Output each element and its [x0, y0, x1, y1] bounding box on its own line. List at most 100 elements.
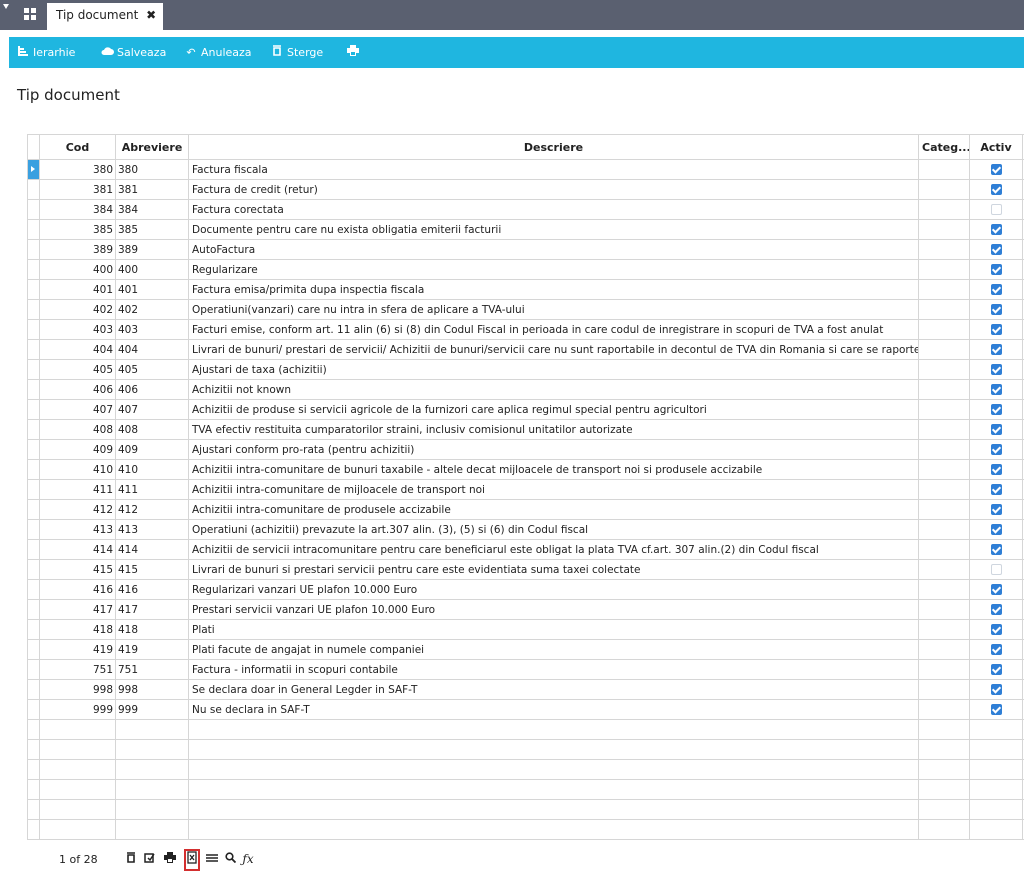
apps-grid-icon[interactable]: [24, 8, 37, 21]
cell-cod[interactable]: 409: [39, 439, 116, 460]
cell-categ[interactable]: [918, 199, 970, 220]
cell-cod[interactable]: 406: [39, 379, 116, 400]
row-indicator[interactable]: [27, 479, 40, 500]
close-tab-icon[interactable]: ✖: [146, 8, 156, 22]
row-indicator[interactable]: [27, 639, 40, 660]
table-row[interactable]: 417 417 Prestari servicii vanzari UE plafo…: [27, 599, 1024, 620]
cell-activ[interactable]: [969, 299, 1023, 320]
cell-categ[interactable]: [918, 619, 970, 640]
cell-categ[interactable]: [918, 679, 970, 700]
cell-descriere[interactable]: Operatiuni(vanzari) care nu intra in sfe…: [188, 299, 919, 320]
cell-categ[interactable]: [918, 459, 970, 480]
cell-abreviere[interactable]: 407: [115, 399, 189, 420]
table-row[interactable]: 380 380 Factura fiscala: [27, 159, 1024, 180]
active-checkbox[interactable]: [990, 364, 1002, 375]
cell-activ[interactable]: [969, 359, 1023, 380]
cell-activ[interactable]: [969, 199, 1023, 220]
cell-descriere[interactable]: Achizitii intra-comunitare de mijloacele…: [188, 479, 919, 500]
cell-descriere[interactable]: AutoFactura: [188, 239, 919, 260]
cell-abreviere[interactable]: 998: [115, 679, 189, 700]
cell-cod[interactable]: 404: [39, 339, 116, 360]
table-row[interactable]: 389 389 AutoFactura: [27, 239, 1024, 260]
table-row[interactable]: 999 999 Nu se declara in SAF-T: [27, 699, 1024, 720]
cell-cod[interactable]: 418: [39, 619, 116, 640]
active-checkbox[interactable]: [990, 644, 1002, 655]
row-indicator[interactable]: [27, 239, 40, 260]
cell-descriere[interactable]: Regularizari vanzari UE plafon 10.000 Eu…: [188, 579, 919, 600]
cell-activ[interactable]: [969, 279, 1023, 300]
search-icon[interactable]: [223, 852, 237, 866]
active-checkbox[interactable]: [990, 584, 1002, 595]
print-button[interactable]: [347, 37, 363, 68]
cell-abreviere[interactable]: 751: [115, 659, 189, 680]
table-row[interactable]: 410 410 Achizitii intra-comunitare de bunu…: [27, 459, 1024, 480]
cell-categ[interactable]: [918, 599, 970, 620]
cell-categ[interactable]: [918, 499, 970, 520]
cell-cod[interactable]: 405: [39, 359, 116, 380]
table-row[interactable]: 998 998 Se declara doar in General Legder …: [27, 679, 1024, 700]
cell-categ[interactable]: [918, 659, 970, 680]
cell-categ[interactable]: [918, 419, 970, 440]
cell-categ[interactable]: [918, 379, 970, 400]
cell-abreviere[interactable]: 417: [115, 599, 189, 620]
cell-descriere[interactable]: Achizitii de servicii intracomunitare pe…: [188, 539, 919, 560]
cell-categ[interactable]: [918, 359, 970, 380]
cell-categ[interactable]: [918, 279, 970, 300]
cell-abreviere[interactable]: 416: [115, 579, 189, 600]
row-indicator[interactable]: [27, 459, 40, 480]
cell-activ[interactable]: [969, 399, 1023, 420]
cell-categ[interactable]: [918, 559, 970, 580]
cell-cod[interactable]: 384: [39, 199, 116, 220]
column-header-categ[interactable]: Categ...: [918, 134, 970, 160]
cell-activ[interactable]: [969, 319, 1023, 340]
row-indicator[interactable]: [27, 179, 40, 200]
cell-activ[interactable]: [969, 439, 1023, 460]
cell-activ[interactable]: [969, 419, 1023, 440]
cell-cod[interactable]: 414: [39, 539, 116, 560]
row-indicator[interactable]: [27, 199, 40, 220]
cell-cod[interactable]: 407: [39, 399, 116, 420]
cell-cod[interactable]: 403: [39, 319, 116, 340]
row-indicator[interactable]: [27, 519, 40, 540]
cell-abreviere[interactable]: 414: [115, 539, 189, 560]
cell-activ[interactable]: [969, 519, 1023, 540]
table-row[interactable]: 381 381 Factura de credit (retur): [27, 179, 1024, 200]
cell-descriere[interactable]: Ajustari de taxa (achizitii): [188, 359, 919, 380]
cell-abreviere[interactable]: 415: [115, 559, 189, 580]
cell-categ[interactable]: [918, 259, 970, 280]
tab-tip-document[interactable]: Tip document ✖: [47, 3, 163, 30]
cell-activ[interactable]: [969, 699, 1023, 720]
cell-abreviere[interactable]: 389: [115, 239, 189, 260]
table-row[interactable]: 405 405 Ajustari de taxa (achizitii): [27, 359, 1024, 380]
cell-descriere[interactable]: Achizitii de produse si servicii agricol…: [188, 399, 919, 420]
cell-abreviere[interactable]: 408: [115, 419, 189, 440]
cell-abreviere[interactable]: 381: [115, 179, 189, 200]
cell-descriere[interactable]: Facturi emise, conform art. 11 alin (6) …: [188, 319, 919, 340]
cell-cod[interactable]: 410: [39, 459, 116, 480]
active-checkbox[interactable]: [990, 344, 1002, 355]
cell-cod[interactable]: 415: [39, 559, 116, 580]
cell-abreviere[interactable]: 418: [115, 619, 189, 640]
table-row[interactable]: 384 384 Factura corectata: [27, 199, 1024, 220]
edit-grid-icon[interactable]: [142, 852, 156, 866]
cell-descriere[interactable]: Livrari de bunuri/ prestari de servicii/…: [188, 339, 919, 360]
active-checkbox[interactable]: [990, 164, 1002, 175]
row-indicator[interactable]: [27, 699, 40, 720]
row-indicator[interactable]: [27, 539, 40, 560]
row-indicator[interactable]: [27, 379, 40, 400]
row-indicator[interactable]: [27, 579, 40, 600]
cell-descriere[interactable]: Nu se declara in SAF-T: [188, 699, 919, 720]
row-indicator[interactable]: [27, 439, 40, 460]
row-indicator[interactable]: [27, 299, 40, 320]
active-checkbox[interactable]: [990, 324, 1002, 335]
cell-abreviere[interactable]: 403: [115, 319, 189, 340]
row-indicator[interactable]: [27, 259, 40, 280]
column-header-abreviere[interactable]: Abreviere: [115, 134, 189, 160]
cell-cod[interactable]: 751: [39, 659, 116, 680]
active-checkbox[interactable]: [990, 224, 1002, 235]
trash-icon[interactable]: [124, 852, 138, 866]
table-row[interactable]: 400 400 Regularizare: [27, 259, 1024, 280]
cell-abreviere[interactable]: 419: [115, 639, 189, 660]
cell-abreviere[interactable]: 410: [115, 459, 189, 480]
hierarchy-button[interactable]: Ierarhie: [17, 37, 75, 68]
